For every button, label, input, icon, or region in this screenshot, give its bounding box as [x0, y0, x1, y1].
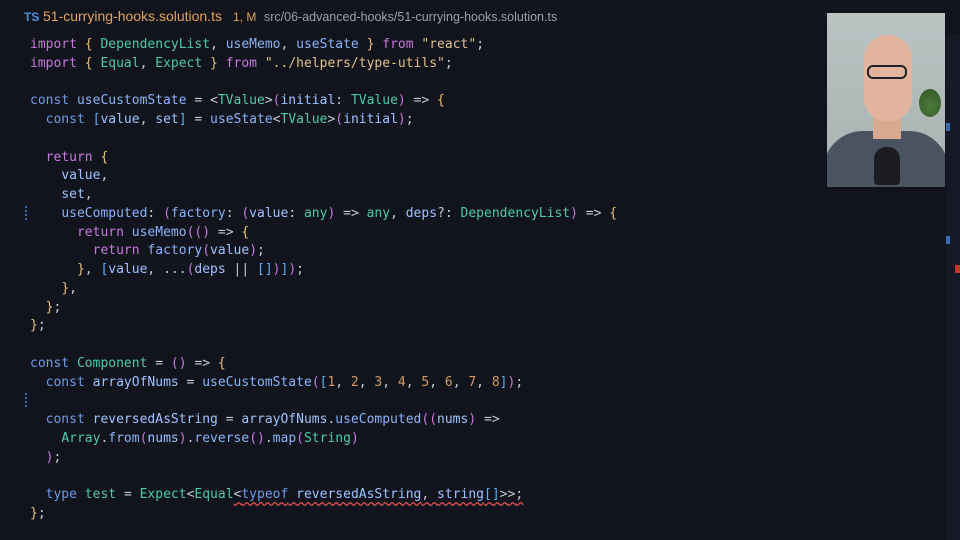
code-line: value, [61, 168, 109, 184]
code-line: return factory(value); [92, 243, 265, 259]
scrollbar-error-marker [955, 265, 960, 273]
code-line: const arrayOfNums = useCustomState([1, 2… [45, 374, 524, 390]
presenter-webcam-overlay [827, 13, 945, 187]
code-line: }, [value, ...(deps || [])]); [76, 262, 304, 277]
code-line: ); [45, 449, 62, 465]
scrollbar-change-marker [946, 123, 950, 131]
breadcrumb-path[interactable]: src/06-advanced-hooks/51-currying-hooks.… [264, 10, 557, 24]
code-line: const useCustomState = <TValue>(initial:… [30, 93, 445, 109]
code-line: useComputed: (factory: (value: any) => a… [61, 205, 618, 221]
code-line: return useMemo(() => { [76, 224, 250, 240]
active-tab-filename[interactable]: 51-currying-hooks.solution.ts [43, 8, 222, 24]
gutter-change-marker [25, 393, 27, 410]
code-line: const reversedAsString = arrayOfNums.use… [45, 412, 500, 427]
code-line: set, [61, 187, 93, 202]
code-line: import { Equal, Expect } from "../helper… [30, 55, 453, 71]
code-line: type test = Expect<Equal<typeof reversed… [45, 487, 524, 502]
code-line: return { [45, 149, 109, 165]
editor-scrollbar[interactable] [946, 34, 960, 540]
code-line: import { DependencyList, useMemo, useSta… [30, 37, 485, 52]
code-line: const Component = () => { [30, 355, 226, 371]
microphone-icon [874, 147, 900, 185]
code-line: }, [61, 280, 77, 296]
scrollbar-change-marker [946, 236, 950, 244]
gutter-change-marker [25, 205, 27, 222]
typescript-file-icon: TS [24, 10, 40, 24]
code-line: }; [30, 318, 46, 334]
code-line: Array.from(nums).reverse().map(String) [61, 430, 359, 446]
editor-tab-bar: TS 51-currying-hooks.solution.ts 1, M sr… [0, 0, 960, 34]
tab-problem-status: 1, M [233, 10, 257, 24]
code-line: const [value, set] = useState<TValue>(in… [45, 112, 414, 127]
code-line: }; [45, 299, 62, 315]
code-line: }; [30, 505, 46, 521]
